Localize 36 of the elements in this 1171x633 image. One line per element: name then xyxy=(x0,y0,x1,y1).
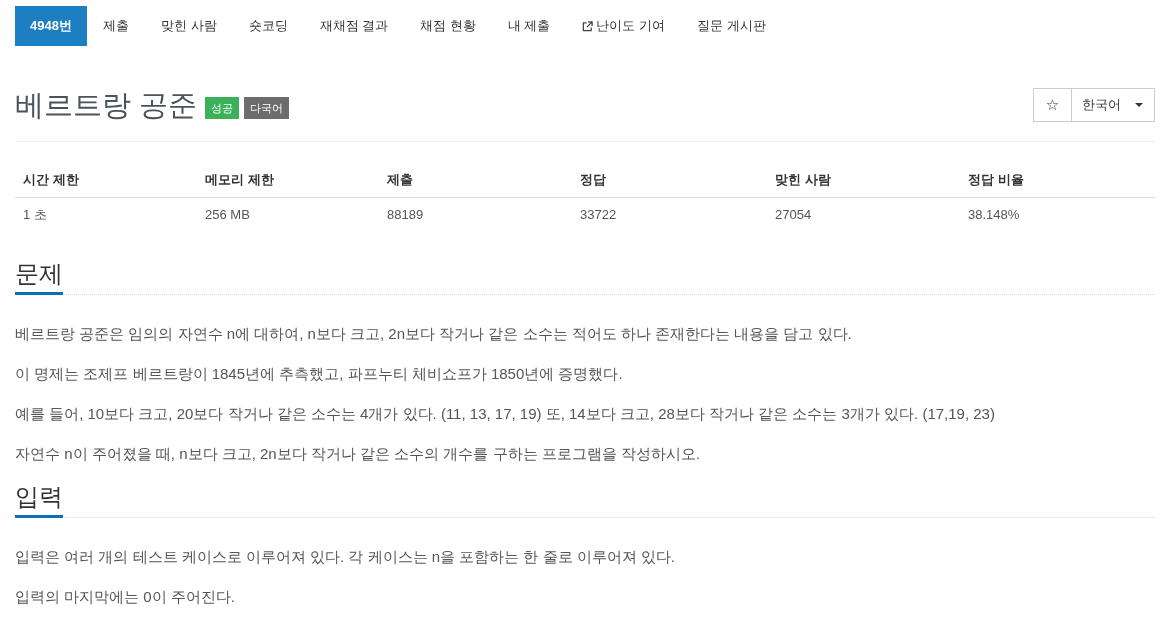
table-header: 메모리 제한 xyxy=(197,163,379,198)
nav-tab[interactable]: 질문 게시판 xyxy=(681,6,782,46)
nav-tab[interactable]: 난이도 기여 xyxy=(566,6,682,46)
star-button[interactable]: ☆ xyxy=(1033,88,1072,122)
paragraph: 예를 들어, 10보다 크고, 20보다 작거나 같은 소수는 4개가 있다. (11, 13, 17, 19) 또, 14보다 크고, 28보다 작거나 같은 소수는 3개가 있다. (17,19, 23) xyxy=(15,404,996,424)
paragraph: 베르트랑 공준은 임의의 자연수 n에 대하여, n보다 크고, 2n보다 작거나 같은 소수는 적어도 하나 존재한다는 내용을 담고 있다. xyxy=(15,324,853,344)
paragraph: 입력은 여러 개의 테스트 케이스로 이루어져 있다. 각 케이스는 n을 포함하는 한 줄로 이루어져 있다. xyxy=(15,547,677,567)
caret-icon xyxy=(1135,103,1143,107)
table-header: 정답 xyxy=(572,163,767,198)
table-cell-text: 88189 xyxy=(386,206,425,224)
paragraph: 자연수 n이 주어졌을 때, n보다 크고, 2n보다 작거나 같은 소수의 개수를 구하는 프로그램을 작성하시오. xyxy=(15,444,702,464)
section-heading: 입력 xyxy=(15,482,63,518)
problem-title: 베르트랑 공준 xyxy=(15,88,198,123)
table-cell-text: 33722 xyxy=(579,206,618,224)
nav-tab[interactable]: 제출 xyxy=(86,6,145,46)
table-header: 맞힌 사람 xyxy=(767,163,960,198)
table-cell-text: 256 MB xyxy=(204,206,251,224)
nav-tab[interactable]: 내 제출 xyxy=(491,6,567,46)
nav-tab[interactable]: 맞힌 사람 xyxy=(144,6,233,46)
problem-tag: 성공 xyxy=(205,97,240,119)
nav-tab[interactable]: 채점 현황 xyxy=(404,6,492,46)
table-cell-text: 38.148% xyxy=(967,206,1021,224)
external-link-icon xyxy=(582,20,594,32)
table-cell-text: 27054 xyxy=(774,206,813,224)
table-header: 제출 xyxy=(379,163,572,198)
nav-tab[interactable]: 4948번 xyxy=(15,6,87,46)
table-header: 시간 제한 xyxy=(15,163,197,198)
paragraph: 입력의 마지막에는 0이 주어진다. xyxy=(15,587,236,607)
nav-tab[interactable]: 숏코딩 xyxy=(232,6,304,46)
table-cell-text: 1 초 xyxy=(22,206,48,224)
language-dropdown[interactable]: 한국어 xyxy=(1072,88,1155,122)
table-header: 정답 비율 xyxy=(960,163,1155,198)
section-heading: 문제 xyxy=(15,259,63,295)
paragraph: 이 명제는 조제프 베르트랑이 1845년에 추측했고, 파프누티 체비쇼프가 1850년에 증명했다. xyxy=(15,364,624,384)
nav-tab[interactable]: 재채점 결과 xyxy=(303,6,405,46)
problem-tag: 다국어 xyxy=(244,97,290,119)
